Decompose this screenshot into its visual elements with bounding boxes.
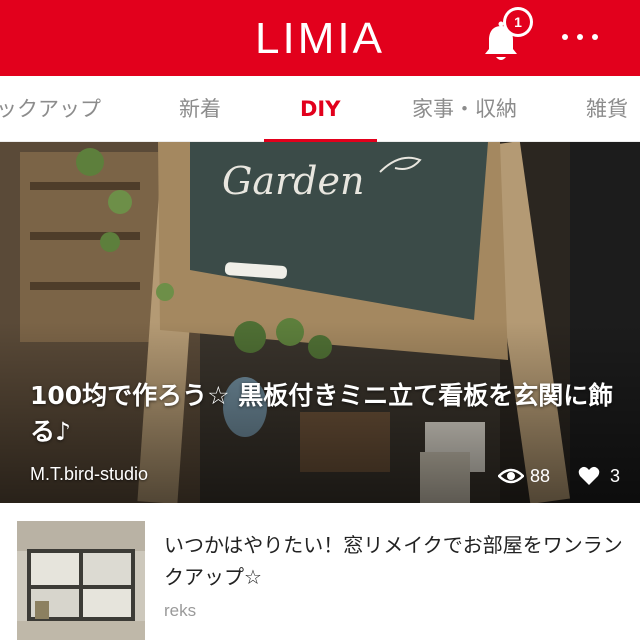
article-list-item[interactable]: いつかはやりたい！窓リメイクでお部屋をワンランクアップ☆ reks xyxy=(0,503,640,640)
like-count: 3 xyxy=(610,465,621,486)
article-author[interactable]: reks xyxy=(164,601,196,621)
featured-article-author[interactable]: M.T.bird-studio xyxy=(30,464,148,485)
app-logo[interactable]: LIMIA xyxy=(0,0,640,76)
window-thumbnail-image xyxy=(17,521,145,640)
view-count: 88 xyxy=(530,465,551,486)
category-tabs: ックアップ 新着 DIY 家事・収納 雑貨 xyxy=(0,76,640,142)
featured-article-stats: 88 3 xyxy=(498,464,620,488)
more-dots-icon[interactable] xyxy=(562,34,598,44)
chalkboard-text: Garden xyxy=(222,159,364,203)
heart-icon xyxy=(578,466,600,485)
article-title[interactable]: いつかはやりたい！窓リメイクでお部屋をワンランクアップ☆ xyxy=(164,529,624,593)
tab-new[interactable]: 新着 xyxy=(179,76,221,142)
app-header: LIMIA 1 xyxy=(0,0,640,76)
article-thumbnail[interactable] xyxy=(17,521,145,640)
tab-housework-storage[interactable]: 家事・収納 xyxy=(412,76,517,142)
eye-icon xyxy=(498,468,524,484)
featured-article-title[interactable]: 100均で作ろう☆ 黒板付きミニ立て看板を玄関に飾る♪ xyxy=(30,378,615,450)
tab-diy[interactable]: DIY xyxy=(300,76,340,142)
notifications-button[interactable]: 1 xyxy=(481,7,533,64)
tab-pickup[interactable]: ックアップ xyxy=(0,76,101,142)
tab-goods[interactable]: 雑貨 xyxy=(586,76,628,142)
notification-badge: 1 xyxy=(503,7,533,37)
featured-article[interactable]: Garden 100均で作ろう☆ 黒板付きミニ立て看板を玄関に飾る♪ M.T.b… xyxy=(0,142,640,503)
